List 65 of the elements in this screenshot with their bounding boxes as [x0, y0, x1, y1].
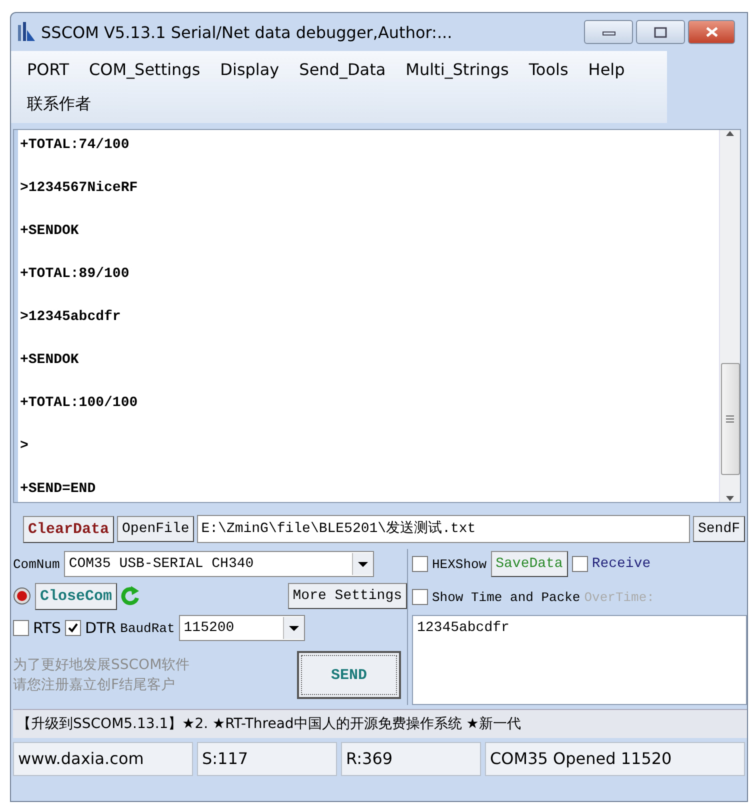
checkbox[interactable]	[13, 620, 29, 636]
check-icon	[67, 622, 80, 634]
maximize-button[interactable]	[636, 20, 685, 44]
send-file-button[interactable]: SendF	[692, 516, 745, 542]
log-line: +SENDOK	[20, 222, 80, 240]
open-file-button[interactable]: OpenFile	[117, 516, 194, 542]
scrollbar[interactable]	[719, 130, 740, 502]
clear-data-button[interactable]: ClearData	[23, 516, 114, 542]
scrollbar-thumb[interactable]	[720, 363, 740, 475]
caret-icon	[356, 560, 369, 568]
window-title: SSCOM V5.13.1 Serial/Net data debugger,Author:...	[41, 22, 454, 42]
baud-rate-dropdown[interactable]: 115200	[178, 615, 305, 641]
menu-item[interactable]: COM_Settings	[80, 53, 212, 87]
checkbox-label: DTR	[85, 619, 116, 637]
log-line: >12345abcdfr	[20, 308, 122, 326]
menu-item[interactable]: Tools	[520, 53, 580, 87]
menu-item[interactable]: Multi_Strings	[398, 53, 521, 87]
status-cell: R:369	[341, 742, 481, 776]
overtime-label: OverTime:	[584, 590, 654, 604]
close-button[interactable]	[688, 20, 735, 44]
menu-item[interactable]: Send_Data	[291, 53, 398, 87]
status-cell: COM35 Opened 11520	[485, 742, 745, 776]
scroll-down-icon	[725, 495, 735, 502]
com-port-dropdown[interactable]: COM35 USB-SERIAL CH340	[64, 551, 374, 577]
log-line: +SEND=END	[20, 480, 97, 498]
file-path-field[interactable]: E:\ZminG\file\BLE5201\发送测试.txt	[197, 515, 690, 543]
caret-icon	[288, 624, 300, 632]
close-icon	[704, 26, 718, 38]
more-settings-button[interactable]: More Settings	[288, 583, 407, 609]
status-cell: www.daxia.com	[13, 742, 193, 776]
status-light-icon	[13, 587, 31, 605]
close-com-button[interactable]: CloseCom	[35, 582, 118, 610]
menu-item[interactable]: 联系作者	[19, 87, 103, 121]
app-logo-icon	[17, 22, 35, 42]
checkbox-label: Show Time and Packe	[432, 590, 580, 604]
send-button[interactable]: SEND	[297, 651, 401, 699]
checkbox-label: HEXShow	[432, 556, 487, 572]
log-line: +TOTAL:74/100	[20, 136, 130, 154]
menu-item[interactable]: Display	[212, 53, 292, 87]
refresh-icon	[121, 586, 142, 606]
checkbox[interactable]	[412, 556, 428, 572]
checkbox-label: Receive	[592, 556, 651, 572]
menu-item[interactable]: Help	[580, 53, 637, 87]
log-line: +TOTAL:100/100	[20, 394, 139, 412]
send-text-field[interactable]: 12345abcdfr	[412, 615, 747, 705]
menu-item[interactable]: PORT	[19, 53, 81, 87]
log-line: >1234567NiceRF	[20, 179, 139, 197]
status-cell: S:117	[197, 742, 337, 776]
log-line: +TOTAL:89/100	[20, 265, 130, 283]
promo-text: 请您注册嘉立创F结尾客户	[13, 676, 176, 695]
grip-icon	[725, 415, 735, 423]
promo-text: 为了更好地发展SSCOM软件	[13, 656, 190, 675]
scroll-up-icon	[725, 130, 735, 137]
log-line: >	[20, 437, 30, 455]
news-ticker: 【升级到SSCOM5.13.1】★2. ★RT-Thread中国人的开源免费操作系统 ★新一代	[13, 709, 747, 738]
minimize-button[interactable]	[584, 20, 633, 44]
checkbox-label: RTS	[33, 619, 62, 637]
maximize-icon	[654, 26, 667, 38]
checkbox[interactable]	[572, 556, 588, 572]
log-line: +SENDOK	[20, 351, 80, 369]
baud-rate-label: BaudRat	[120, 620, 175, 636]
checkbox[interactable]	[412, 589, 428, 605]
save-data-button[interactable]: SaveData	[490, 551, 568, 577]
com-label: ComNum	[13, 556, 60, 572]
checkbox[interactable]	[65, 620, 82, 636]
